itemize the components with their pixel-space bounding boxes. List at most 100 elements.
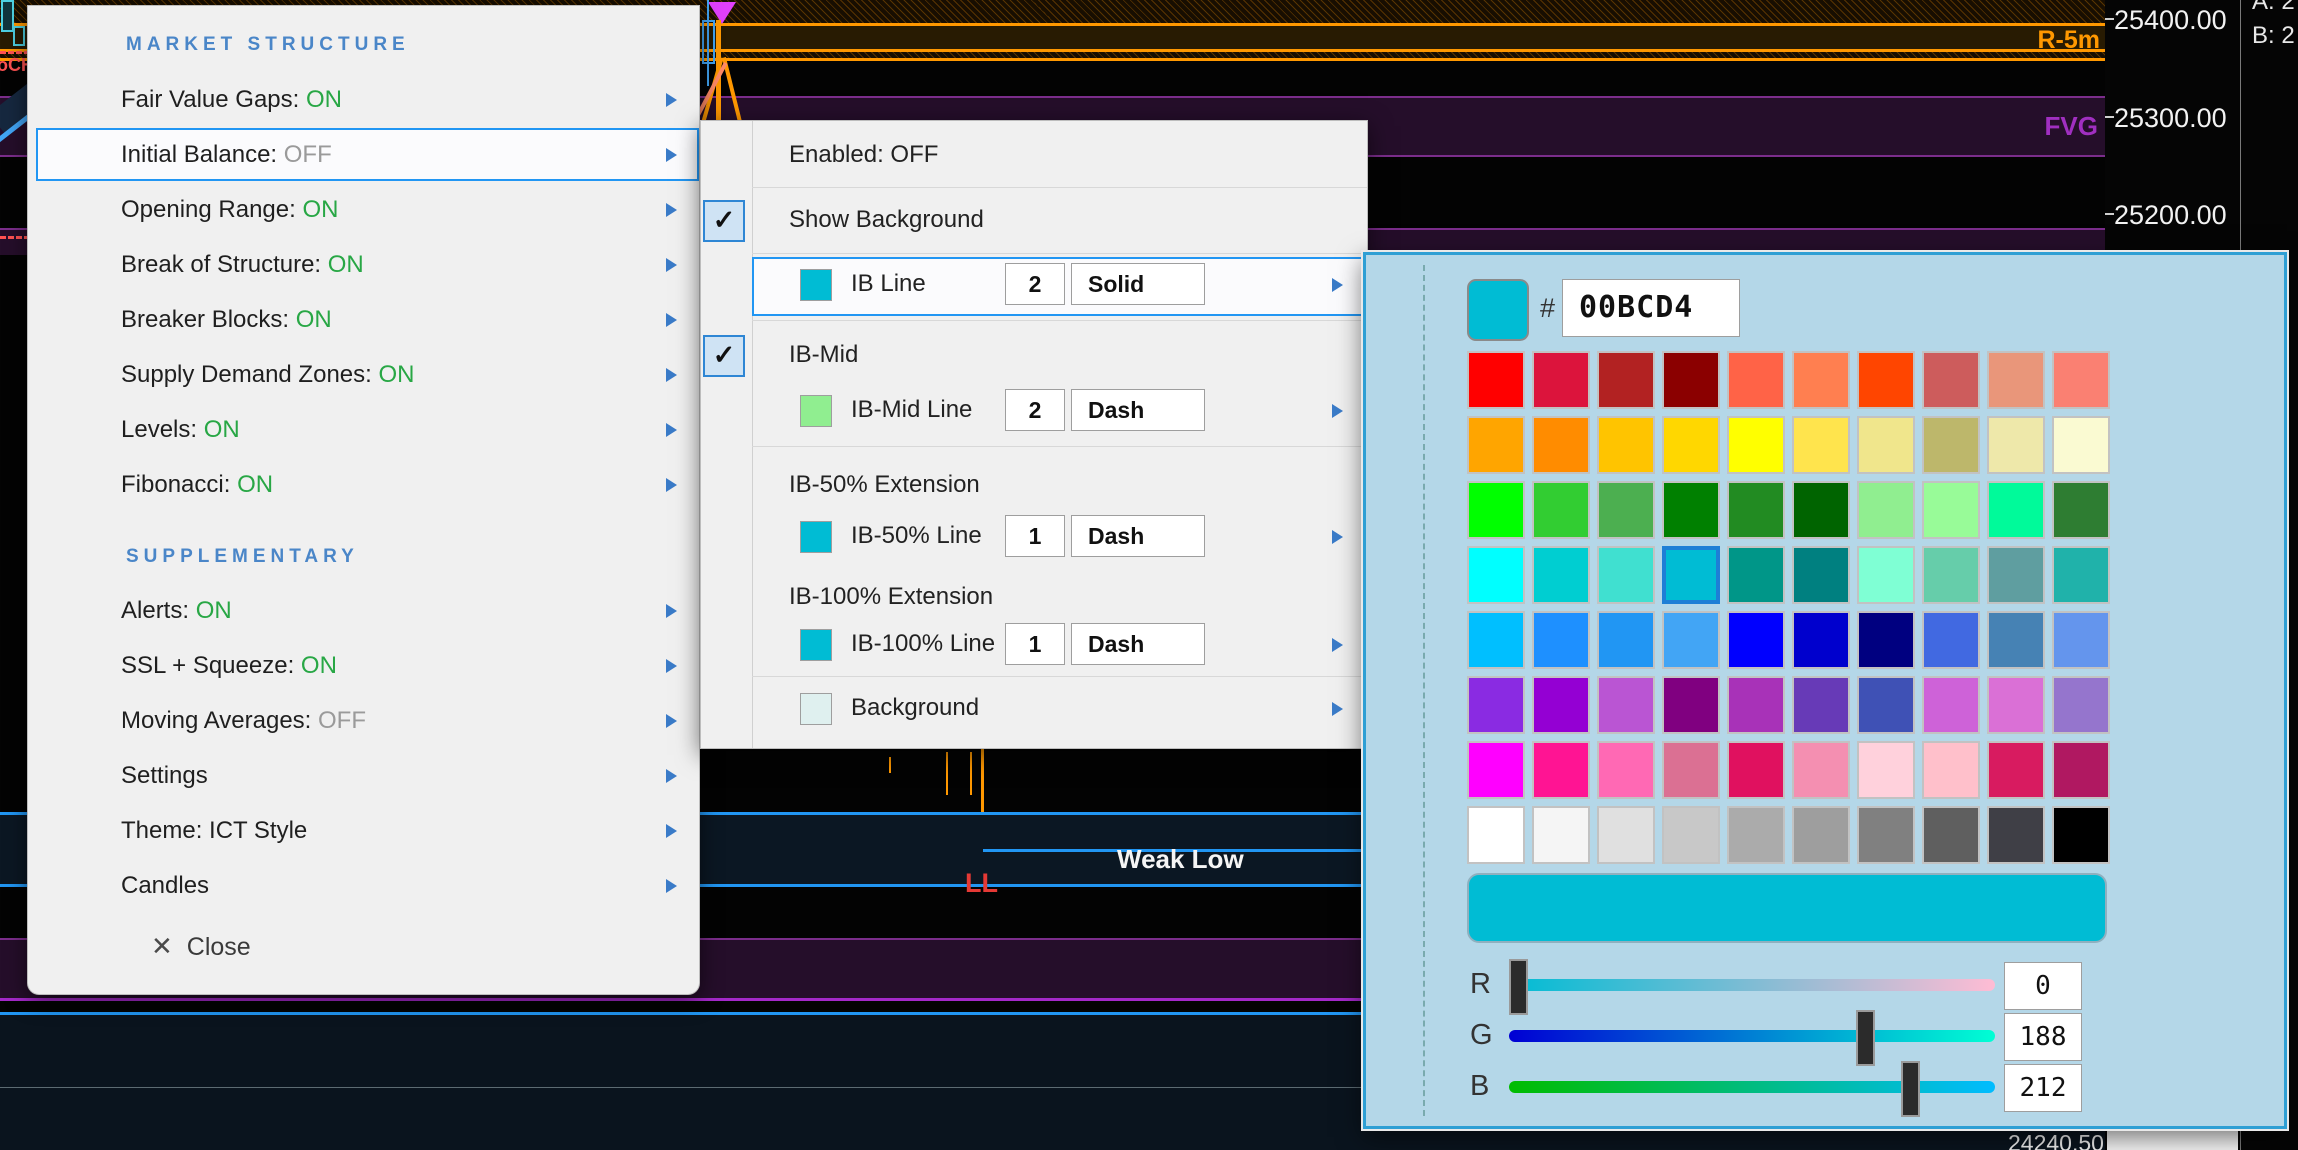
color-swatch[interactable] bbox=[1467, 676, 1525, 734]
menu-item-ssl-squeeze[interactable]: SSL + Squeeze: ON bbox=[28, 638, 699, 693]
color-swatch[interactable] bbox=[1792, 611, 1850, 669]
ib100-line-width-input[interactable]: 1 bbox=[1005, 623, 1065, 665]
color-swatch[interactable] bbox=[1532, 806, 1590, 864]
submenu-item-ib-mid-line[interactable]: IB-Mid Line 2 Dash bbox=[752, 383, 1365, 438]
color-swatch[interactable] bbox=[1662, 351, 1720, 409]
red-slider-handle[interactable] bbox=[1509, 959, 1528, 1015]
color-swatch[interactable] bbox=[1532, 741, 1590, 799]
color-swatch[interactable] bbox=[1662, 806, 1720, 864]
color-swatch[interactable] bbox=[1922, 416, 1980, 474]
menu-item-levels[interactable]: Levels: ON bbox=[28, 402, 699, 457]
color-swatch[interactable] bbox=[1857, 611, 1915, 669]
ib50-line-width-input[interactable]: 1 bbox=[1005, 515, 1065, 557]
ib100-line-color-swatch[interactable] bbox=[800, 629, 832, 661]
color-swatch[interactable] bbox=[1532, 546, 1590, 604]
menu-item-moving-averages[interactable]: Moving Averages: OFF bbox=[28, 693, 699, 748]
color-swatch[interactable] bbox=[1792, 481, 1850, 539]
submenu-item-background[interactable]: Background bbox=[752, 681, 1365, 736]
ib-line-width-input[interactable]: 2 bbox=[1005, 263, 1065, 305]
color-swatch[interactable] bbox=[1597, 741, 1655, 799]
color-swatch[interactable] bbox=[1987, 481, 2045, 539]
color-swatch[interactable] bbox=[1597, 611, 1655, 669]
color-swatch[interactable] bbox=[1857, 806, 1915, 864]
color-swatch[interactable] bbox=[1597, 676, 1655, 734]
color-swatch[interactable] bbox=[1532, 676, 1590, 734]
color-swatch[interactable] bbox=[1597, 481, 1655, 539]
color-swatch[interactable] bbox=[1467, 611, 1525, 669]
submenu-item-enabled[interactable]: Enabled: OFF bbox=[789, 141, 938, 169]
color-swatch[interactable] bbox=[2052, 676, 2110, 734]
color-swatch[interactable] bbox=[1987, 546, 2045, 604]
menu-item-candles[interactable]: Candles bbox=[28, 858, 699, 913]
menu-item-theme[interactable]: Theme: ICT Style bbox=[28, 803, 699, 858]
menu-item-fibonacci[interactable]: Fibonacci: ON bbox=[28, 457, 699, 512]
green-value-input[interactable]: 188 bbox=[2004, 1013, 2082, 1061]
color-swatch[interactable] bbox=[1532, 611, 1590, 669]
green-slider-handle[interactable] bbox=[1856, 1010, 1875, 1066]
color-swatch[interactable] bbox=[1532, 416, 1590, 474]
color-swatch[interactable] bbox=[1662, 676, 1720, 734]
ib50-line-style-select[interactable]: Dash bbox=[1071, 515, 1205, 557]
color-swatch[interactable] bbox=[1662, 611, 1720, 669]
color-swatch[interactable] bbox=[1597, 546, 1655, 604]
color-swatch[interactable] bbox=[1727, 546, 1785, 604]
submenu-item-ib100-line[interactable]: IB-100% Line 1 Dash bbox=[752, 617, 1365, 672]
menu-item-fair-value-gaps[interactable]: Fair Value Gaps: ON bbox=[28, 72, 699, 127]
color-swatch[interactable] bbox=[1467, 741, 1525, 799]
color-swatch[interactable] bbox=[1467, 806, 1525, 864]
color-swatch[interactable] bbox=[1467, 481, 1525, 539]
submenu-item-show-background[interactable]: Show Background bbox=[789, 206, 984, 234]
background-color-swatch[interactable] bbox=[800, 693, 832, 725]
hex-color-input[interactable]: 00BCD4 bbox=[1562, 279, 1740, 337]
ib-mid-checkbox[interactable]: ✓ bbox=[703, 335, 745, 377]
color-swatch[interactable] bbox=[1662, 481, 1720, 539]
ib-line-style-select[interactable]: Solid bbox=[1071, 263, 1205, 305]
red-slider-track[interactable] bbox=[1509, 979, 1995, 991]
color-swatch[interactable] bbox=[1532, 351, 1590, 409]
color-swatch[interactable] bbox=[2052, 546, 2110, 604]
color-swatch[interactable] bbox=[1727, 351, 1785, 409]
color-swatch[interactable] bbox=[1792, 806, 1850, 864]
color-swatch[interactable] bbox=[1922, 481, 1980, 539]
blue-slider-handle[interactable] bbox=[1901, 1061, 1920, 1117]
ib100-line-style-select[interactable]: Dash bbox=[1071, 623, 1205, 665]
color-swatch[interactable] bbox=[1727, 416, 1785, 474]
color-swatch[interactable] bbox=[1792, 416, 1850, 474]
menu-item-opening-range[interactable]: Opening Range: ON bbox=[28, 182, 699, 237]
ib50-line-color-swatch[interactable] bbox=[800, 521, 832, 553]
color-swatch[interactable] bbox=[1467, 351, 1525, 409]
red-value-input[interactable]: 0 bbox=[2004, 962, 2082, 1010]
color-swatch[interactable] bbox=[1987, 611, 2045, 669]
blue-value-input[interactable]: 212 bbox=[2004, 1064, 2082, 1112]
green-slider-track[interactable] bbox=[1509, 1030, 1995, 1042]
color-swatch[interactable] bbox=[1792, 676, 1850, 734]
ib-mid-line-style-select[interactable]: Dash bbox=[1071, 389, 1205, 431]
ib-mid-line-width-input[interactable]: 2 bbox=[1005, 389, 1065, 431]
color-swatch[interactable] bbox=[1727, 611, 1785, 669]
menu-item-alerts[interactable]: Alerts: ON bbox=[28, 583, 699, 638]
ib-line-color-swatch[interactable] bbox=[800, 269, 832, 301]
color-swatch[interactable] bbox=[1662, 546, 1720, 604]
blue-slider-track[interactable] bbox=[1509, 1081, 1995, 1093]
color-swatch[interactable] bbox=[2052, 351, 2110, 409]
color-swatch[interactable] bbox=[1662, 416, 1720, 474]
color-swatch[interactable] bbox=[1987, 416, 2045, 474]
color-swatch[interactable] bbox=[1857, 741, 1915, 799]
color-swatch[interactable] bbox=[1922, 351, 1980, 409]
color-swatch[interactable] bbox=[1857, 351, 1915, 409]
color-swatch[interactable] bbox=[1597, 806, 1655, 864]
submenu-item-ib50-line[interactable]: IB-50% Line 1 Dash bbox=[752, 509, 1365, 564]
color-swatch[interactable] bbox=[1467, 546, 1525, 604]
color-swatch[interactable] bbox=[1922, 676, 1980, 734]
color-swatch[interactable] bbox=[2052, 611, 2110, 669]
menu-item-breaker-blocks[interactable]: Breaker Blocks: ON bbox=[28, 292, 699, 347]
color-swatch[interactable] bbox=[1857, 416, 1915, 474]
color-swatch[interactable] bbox=[1857, 546, 1915, 604]
color-swatch[interactable] bbox=[1857, 676, 1915, 734]
submenu-item-ib-line[interactable]: IB Line 2 Solid bbox=[752, 257, 1365, 312]
color-swatch[interactable] bbox=[1662, 741, 1720, 799]
color-swatch[interactable] bbox=[1727, 676, 1785, 734]
color-swatch[interactable] bbox=[1727, 481, 1785, 539]
color-swatch[interactable] bbox=[1727, 741, 1785, 799]
close-menu-button[interactable]: ✕Close bbox=[151, 921, 251, 971]
